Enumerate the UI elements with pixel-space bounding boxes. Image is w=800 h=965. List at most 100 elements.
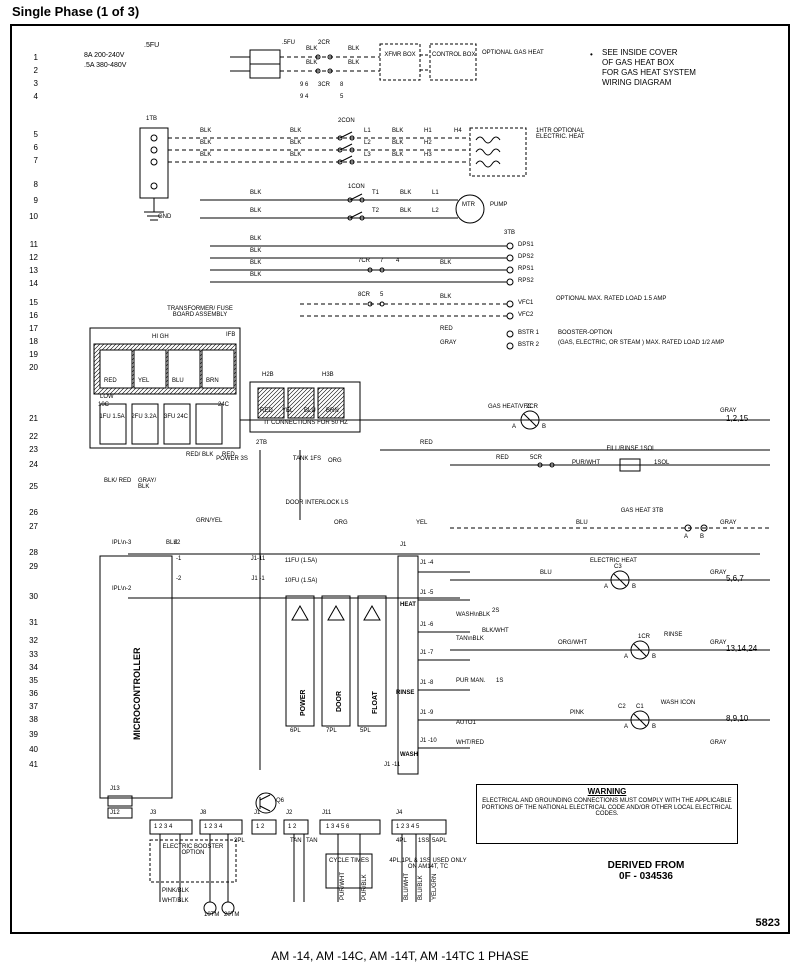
j4: J4: [396, 810, 402, 816]
tm10: 10TM: [204, 912, 219, 918]
icr-33: 1CR: [638, 634, 650, 640]
blu-30: BLU: [540, 570, 552, 576]
blk-r9b: BLK: [400, 190, 411, 196]
label-blk1: BLK: [306, 46, 317, 52]
micro-label: MICROCONTROLLER: [132, 648, 142, 741]
note-l3: FOR GAS HEAT SYSTEM: [602, 68, 696, 77]
pink-38: PINK: [570, 710, 584, 716]
cycletimes: CYCLE TIMES: [328, 858, 370, 864]
j2p: 1 2: [288, 824, 296, 830]
blk-r10b: BLK: [400, 208, 411, 214]
row-ref-21: 1,2,15: [726, 414, 786, 423]
blk-r5c: BLK: [392, 128, 403, 134]
B-30: B: [632, 584, 636, 590]
h1-lab: H1: [424, 128, 432, 134]
tm20: 20TM: [224, 912, 239, 918]
label-3cr: 3CR: [318, 82, 330, 88]
label-2con: 2CON: [338, 118, 355, 124]
it-brn: BRN: [326, 408, 339, 414]
pump-label: PUMP: [490, 202, 507, 208]
pinkblk: PINK/BLK: [162, 888, 189, 894]
whtred: WHT/RED: [456, 740, 496, 746]
power-lab: POWER: [300, 690, 307, 716]
j1-6: J1 -6: [420, 622, 433, 628]
l2-lab: L2: [364, 140, 371, 146]
h2b: H2B: [262, 372, 274, 378]
low-label: LOW: [100, 394, 114, 400]
s2-lab: 2S: [492, 608, 499, 614]
itc-label: 10C: [98, 402, 109, 408]
blk-14: BLK: [250, 272, 261, 278]
B-33: B: [652, 654, 656, 660]
j1-4: J1 -4: [420, 560, 433, 566]
blk-r10: BLK: [250, 208, 261, 214]
derived-l2: 0F - 034536: [556, 871, 736, 882]
q6: Q6: [276, 798, 284, 804]
c1-38: C1: [636, 704, 644, 710]
transfuse-label: TRANSFORMER/ FUSE BOARD ASSEMBLY: [160, 306, 240, 318]
gray-21: GRAY: [720, 408, 737, 414]
red-24b: RED: [420, 440, 433, 446]
j2lab: J2: [174, 540, 180, 546]
warning-title: WARNING: [477, 785, 737, 796]
rinse-lab: RINSE: [396, 690, 414, 696]
row-ref-38: 8,9,10: [726, 714, 786, 723]
5pl: 5PL: [360, 728, 371, 734]
j11p: 1 3 4 5 6: [326, 824, 349, 830]
ipl2: IPL\n-2: [112, 586, 142, 592]
j1-11: J1 -11: [384, 762, 400, 768]
float-lab: FLOAT: [372, 691, 379, 714]
blu-27: BLU: [576, 520, 588, 526]
blkwht-33: BLK/WHT: [482, 628, 509, 634]
page-code: 5823: [756, 917, 780, 929]
j1-1b: J1 -1: [240, 576, 276, 582]
label-94: 9 4: [300, 94, 308, 100]
j1p: 1 2: [256, 824, 264, 830]
blk-r6: BLK: [200, 140, 211, 146]
gray-41: GRAY: [710, 740, 727, 746]
blk-13b: BLK: [440, 260, 451, 266]
tb2: 2TB: [256, 440, 267, 446]
door-lab: DOOR: [336, 691, 343, 712]
j12: J12: [110, 810, 120, 816]
auto1: AUTO1: [456, 720, 476, 726]
washicon: WASH ICON: [658, 700, 698, 706]
grayblk-25: GRAY/ BLK: [138, 478, 168, 490]
r21-B: B: [542, 424, 546, 430]
r21-A: A: [512, 424, 516, 430]
j11: J11: [322, 810, 331, 816]
label-4: 4: [396, 258, 399, 264]
label-7cr: 7CR: [358, 258, 370, 264]
sapl: 5APL: [432, 838, 447, 844]
label-fu-r2: .5A 380-480V: [84, 62, 126, 69]
blk-r9: BLK: [250, 190, 261, 196]
note-l4: WIRING DIAGRAM: [602, 78, 671, 87]
bstr1: BSTR 1: [518, 330, 539, 336]
control-box-label: CONTROL BOX: [432, 52, 474, 58]
4pl: 4PL: [396, 838, 407, 844]
caption: AM -14, AM -14C, AM -14T, AM -14TC 1 PHA…: [0, 949, 800, 963]
fu3: 3FU 24C: [162, 414, 190, 420]
label-blk4: BLK: [348, 60, 359, 66]
fb-yel: YEL: [138, 378, 149, 384]
label-5: 5: [340, 94, 343, 100]
A-27: A: [684, 534, 688, 540]
warning-box: WARNING ELECTRICAL AND GROUNDING CONNECT…: [476, 784, 738, 844]
tank1fs: TANK 1FS: [292, 456, 322, 462]
label-8cr: 8CR: [358, 292, 370, 298]
label-3tb: 3TB: [504, 230, 515, 236]
red-18: RED: [440, 326, 453, 332]
j8: J8: [200, 810, 206, 816]
j2-1: -1: [176, 556, 181, 562]
vfc1: VFC1: [518, 300, 533, 306]
booster: ELECTRIC BOOSTER OPTION: [154, 844, 232, 856]
derived-l1: DERIVED FROM: [556, 860, 736, 871]
fb-blu: BLU: [172, 378, 184, 384]
blk-r7: BLK: [200, 152, 211, 158]
iss: 1SS: [418, 838, 429, 844]
j3: J3: [150, 810, 156, 816]
control-note: OPTIONAL GAS HEAT: [482, 50, 542, 56]
wash-lab: WASH: [400, 752, 418, 758]
mtr-label: MTR: [462, 202, 475, 208]
rps1: RPS1: [518, 266, 534, 272]
